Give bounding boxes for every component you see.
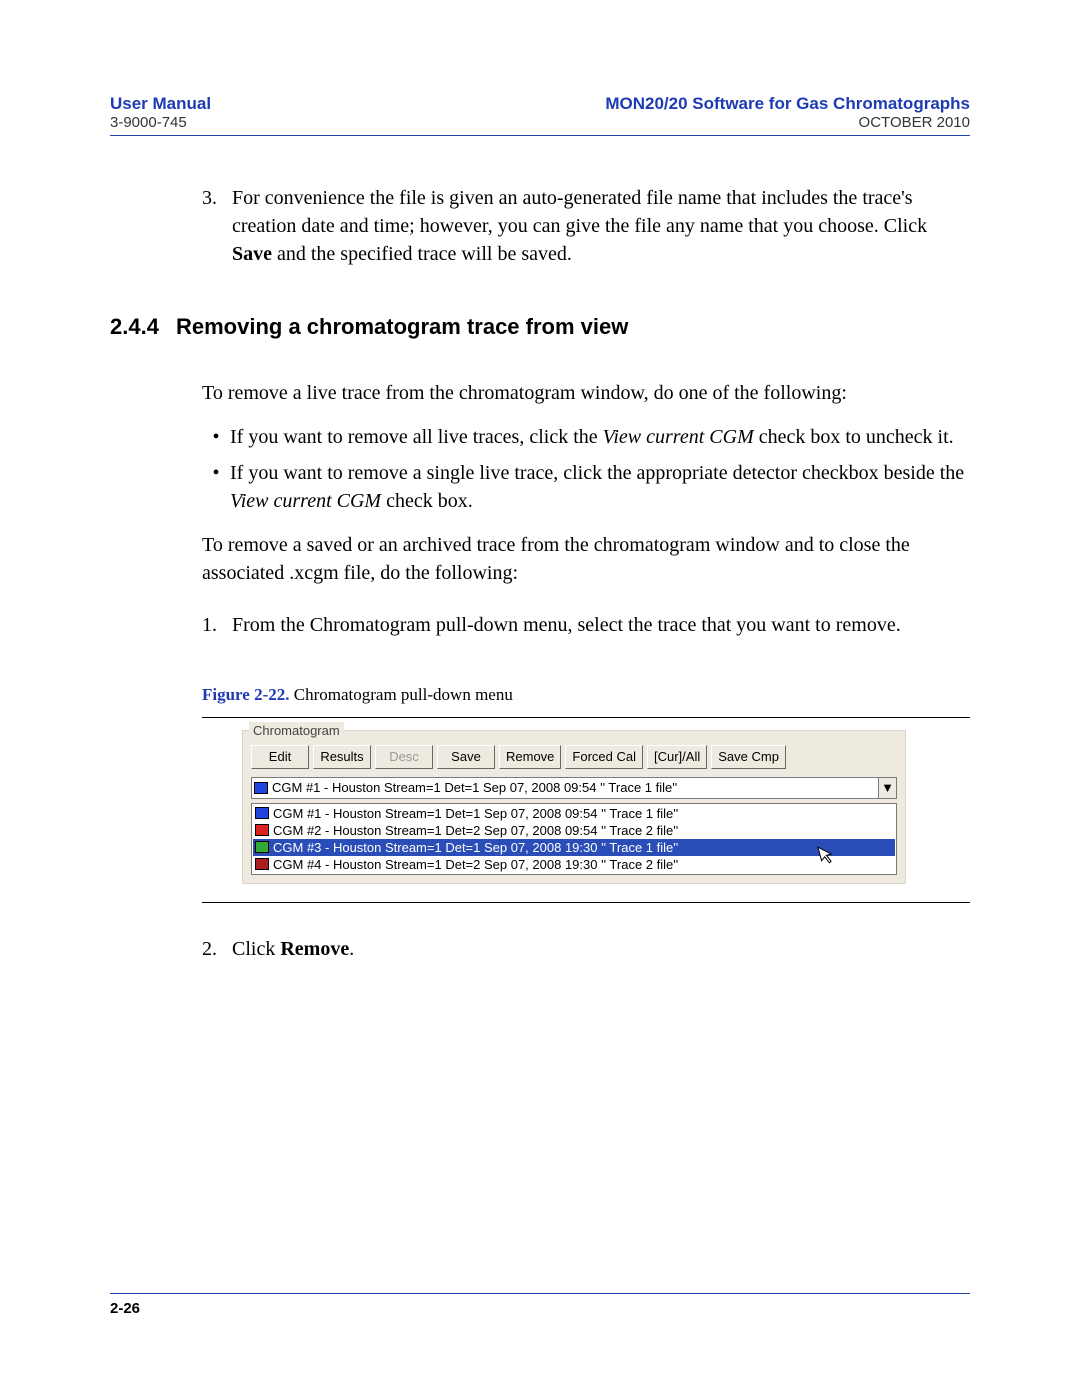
list-item-text: CGM #2 - Houston Stream=1 Det=2 Sep 07, … [273,822,678,839]
trace-color-swatch [255,841,269,853]
groupbox-label: Chromatogram [249,722,344,740]
trace-color-swatch [255,824,269,836]
list-item[interactable]: CGM #1 - Houston Stream=1 Det=1 Sep 07, … [253,805,895,822]
bullet-text: If you want to remove all live traces, c… [230,423,954,451]
list-item-text: CGM #3 - Houston Stream=1 Det=1 Sep 07, … [273,839,678,856]
save-button[interactable]: Save [437,745,495,769]
bullet-item: • If you want to remove all live traces,… [202,423,970,451]
trace-color-swatch [255,858,269,870]
header-right-sub: OCTOBER 2010 [859,114,970,131]
results-button[interactable]: Results [313,745,371,769]
bullet-list: • If you want to remove all live traces,… [202,423,970,515]
step-text: From the Chromatogram pull-down menu, se… [232,611,901,639]
list-item[interactable]: CGM #2 - Houston Stream=1 Det=2 Sep 07, … [253,822,895,839]
step-number: 3. [202,184,232,268]
step-number: 2. [202,935,232,963]
step-text: Click Remove. [232,935,354,963]
intro-paragraph: To remove a live trace from the chromato… [202,379,970,407]
page-number: 2-26 [110,1300,140,1317]
trace-listbox[interactable]: CGM #1 - Houston Stream=1 Det=1 Sep 07, … [251,803,897,875]
header-left-title: User Manual [110,94,211,114]
save-cmp-button[interactable]: Save Cmp [711,745,786,769]
ordered-step-1: 1. From the Chromatogram pull-down menu,… [202,611,970,639]
paragraph-saved: To remove a saved or an archived trace f… [202,531,970,587]
chromatogram-menu-screenshot: Chromatogram Edit Results Desc Save Remo… [242,730,906,884]
dropdown-arrow-icon[interactable]: ▼ [879,777,897,799]
bullet-dot-icon: • [202,459,230,515]
page-header: User Manual MON20/20 Software for Gas Ch… [110,94,970,136]
figure-caption-text: Chromatogram pull-down menu [290,685,513,704]
step-number: 1. [202,611,232,639]
list-item-text: CGM #4 - Houston Stream=1 Det=2 Sep 07, … [273,856,678,873]
step-3: 3. For convenience the file is given an … [202,184,970,268]
desc-button[interactable]: Desc [375,745,433,769]
list-item-selected[interactable]: CGM #3 - Houston Stream=1 Det=1 Sep 07, … [253,839,895,856]
figure-label: Figure 2-22. [202,685,290,704]
section-title: Removing a chromatogram trace from view [176,312,628,343]
trace-color-swatch [254,782,268,794]
bullet-item: • If you want to remove a single live tr… [202,459,970,515]
section-number: 2.4.4 [110,312,176,343]
bullet-text: If you want to remove a single live trac… [230,459,970,515]
remove-button[interactable]: Remove [499,745,561,769]
figure-caption: Figure 2-22. Chromatogram pull-down menu [202,683,970,707]
figure-frame: Chromatogram Edit Results Desc Save Remo… [202,717,970,903]
list-item-text: CGM #1 - Houston Stream=1 Det=1 Sep 07, … [273,805,678,822]
forced-cal-button[interactable]: Forced Cal [565,745,643,769]
list-item[interactable]: CGM #4 - Houston Stream=1 Det=2 Sep 07, … [253,856,895,873]
header-left-sub: 3-9000-745 [110,114,187,131]
bullet-dot-icon: • [202,423,230,451]
cur-all-button[interactable]: [Cur]/All [647,745,707,769]
combobox-value[interactable]: CGM #1 - Houston Stream=1 Det=1 Sep 07, … [251,777,879,799]
step-text: For convenience the file is given an aut… [232,184,970,268]
header-right-title: MON20/20 Software for Gas Chromatographs [605,94,970,114]
selected-trace-text: CGM #1 - Houston Stream=1 Det=1 Sep 07, … [272,779,677,797]
trace-color-swatch [255,807,269,819]
section-heading: 2.4.4 Removing a chromatogram trace from… [110,312,970,343]
edit-button[interactable]: Edit [251,745,309,769]
ordered-step-2: 2. Click Remove. [202,935,970,963]
trace-combobox[interactable]: CGM #1 - Houston Stream=1 Det=1 Sep 07, … [251,777,897,799]
page-footer: 2-26 [110,1293,970,1317]
